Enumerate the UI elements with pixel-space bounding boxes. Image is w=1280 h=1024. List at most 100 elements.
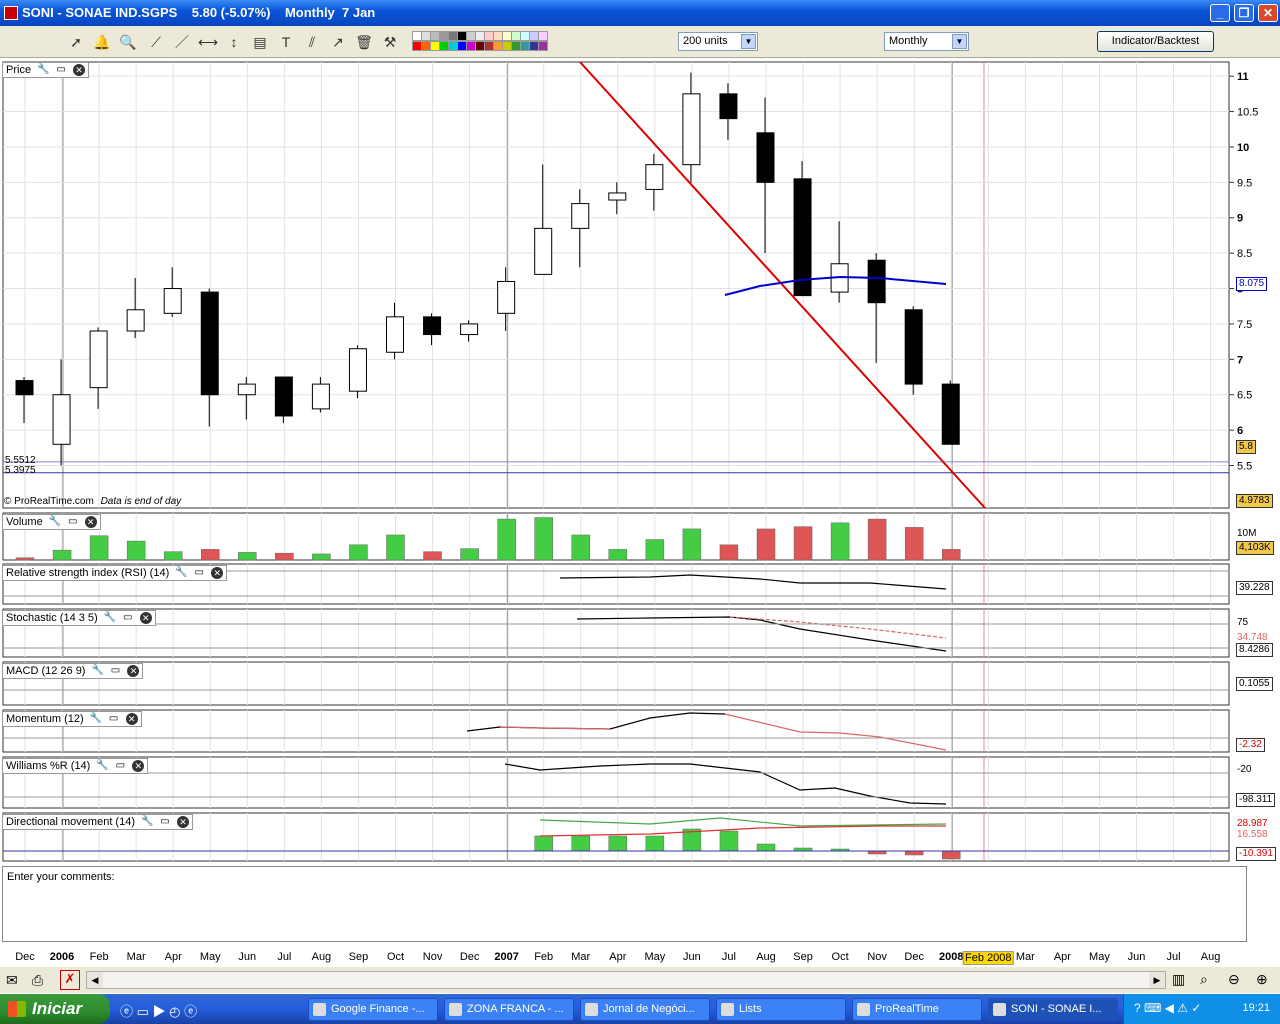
task-soni[interactable]: SONI - SONAE I...: [988, 998, 1118, 1021]
segment-icon[interactable]: ⟋: [146, 32, 166, 52]
vertical-line-icon[interactable]: ↕: [224, 32, 244, 52]
momentum-panel-header: Momentum (12) 🔧 ▭ ✕: [2, 711, 142, 727]
volume-bar: [571, 534, 590, 561]
alarm-bell-icon[interactable]: 🔔: [92, 32, 112, 52]
x-tick-label: May: [644, 951, 666, 963]
trash-icon[interactable]: 🗑: [354, 32, 374, 52]
comments-field[interactable]: Enter your comments:: [2, 866, 1247, 942]
zoom-in-icon[interactable]: ⊕: [1256, 971, 1268, 988]
window-icon[interactable]: ▭: [122, 612, 134, 624]
momentum-value-box: -2.32: [1236, 738, 1265, 752]
printer-icon[interactable]: ⎙: [32, 972, 43, 989]
wrench-icon[interactable]: 🔧: [37, 64, 49, 76]
wrench-icon[interactable]: 🔧: [49, 516, 61, 528]
fibonacci-icon[interactable]: ▤: [250, 32, 270, 52]
close-icon[interactable]: ✕: [177, 816, 189, 828]
volume-bar: [460, 548, 479, 561]
task-google-finance[interactable]: Google Finance -...: [308, 998, 438, 1021]
task-lists[interactable]: Lists: [716, 998, 846, 1021]
y-tick-label: 8.5: [1237, 248, 1252, 260]
task-jornal[interactable]: Jornal de Negóci...: [580, 998, 710, 1021]
x-tick-label: Oct: [386, 951, 405, 963]
volume-bar: [52, 549, 72, 561]
horizontal-line-icon[interactable]: ⟷: [198, 32, 218, 52]
window-icon[interactable]: ▭: [108, 713, 120, 725]
candle-type-icon[interactable]: ▥: [1172, 971, 1185, 988]
close-icon[interactable]: ✕: [125, 713, 138, 725]
zoom-fit-icon[interactable]: ⌕: [1200, 971, 1208, 988]
x-tick-label: Feb: [534, 951, 554, 963]
task-label: Google Finance -...: [331, 1003, 425, 1015]
close-icon[interactable]: ✕: [84, 516, 97, 528]
color-palette[interactable]: [408, 30, 549, 52]
scroll-right-icon[interactable]: ▶: [1149, 972, 1165, 988]
windows-logo-icon: [8, 1001, 26, 1017]
x-tick-label: Feb 2008: [963, 951, 1014, 965]
line-icon[interactable]: ／: [172, 32, 192, 52]
rsi-panel-title: Relative strength index (RSI) (14): [6, 567, 170, 579]
window-icon[interactable]: ▭: [193, 567, 205, 579]
zoom-out-icon[interactable]: ⊖: [1228, 971, 1240, 988]
window-icon[interactable]: ▭: [159, 816, 171, 828]
x-tick-label: Nov: [867, 951, 887, 963]
window-icon[interactable]: ▭: [109, 665, 121, 677]
pointer-icon[interactable]: ➚: [66, 32, 86, 52]
task-zona-franca[interactable]: ZONA FRANCA - ...: [444, 998, 574, 1021]
tray-icons[interactable]: ? ⌨ ◀ ⚠ ✓: [1134, 1001, 1201, 1015]
close-icon[interactable]: ✕: [132, 760, 145, 772]
indicator-backtest-button[interactable]: Indicator/Backtest: [1097, 31, 1214, 52]
window-icon[interactable]: ▭: [114, 760, 126, 772]
x-tick-label: Jul: [721, 951, 736, 963]
wrench-icon[interactable]: 🔧: [91, 665, 103, 677]
units-select[interactable]: 200 units ▼: [678, 32, 758, 51]
text-icon[interactable]: T: [276, 32, 296, 52]
close-icon[interactable]: ✕: [127, 665, 140, 677]
delete-icon[interactable]: ✗: [60, 970, 80, 990]
close-icon[interactable]: ✕: [139, 612, 152, 624]
horizontal-scrollbar[interactable]: ◀ ▶: [86, 971, 1166, 989]
color-swatch[interactable]: [538, 41, 548, 51]
wrench-icon[interactable]: 🔧: [96, 760, 108, 772]
color-swatch[interactable]: [538, 31, 548, 41]
close-icon[interactable]: ✕: [211, 567, 224, 579]
chevron-down-icon[interactable]: ▼: [741, 34, 756, 49]
arrow-icon[interactable]: ↗: [328, 32, 348, 52]
zoom-icon[interactable]: 🔍: [118, 32, 138, 52]
stoch-value-box: 8.4286: [1236, 643, 1273, 657]
minimize-button[interactable]: _: [1210, 4, 1230, 22]
y-tick-label: 9: [1237, 213, 1243, 225]
volume-scale-label: 10M: [1237, 528, 1257, 539]
start-button[interactable]: Iniciar: [0, 994, 110, 1024]
close-icon[interactable]: ✕: [73, 64, 86, 76]
x-axis: Dec 2006 Feb Mar Apr May Jun Jul Aug Sep Oct Nov Dec…: [0, 945, 1280, 967]
scroll-left-icon[interactable]: ◀: [87, 972, 103, 988]
maximize-button[interactable]: ❐: [1234, 4, 1254, 22]
wrench-icon[interactable]: 🔧: [90, 713, 102, 725]
envelope-icon[interactable]: ✉: [6, 972, 18, 989]
channel-icon[interactable]: ⫽: [302, 32, 322, 52]
x-tick-label: Mar: [126, 951, 146, 963]
candle-body: [645, 164, 664, 190]
chevron-down-icon[interactable]: ▼: [952, 34, 967, 49]
tools-icon[interactable]: ⚒: [380, 32, 400, 52]
period-select[interactable]: Monthly ▼: [884, 32, 969, 51]
wrench-icon[interactable]: 🔧: [175, 567, 187, 579]
task-prorealtime[interactable]: ProRealTime: [852, 998, 982, 1021]
x-tick-label: Jun: [238, 951, 257, 963]
williams-level-label: -20: [1237, 764, 1252, 775]
candle-body: [867, 259, 886, 304]
x-tick-label: Nov: [422, 951, 443, 963]
wrench-icon[interactable]: 🔧: [104, 612, 116, 624]
close-button[interactable]: ✕: [1258, 4, 1278, 22]
task-label: ProRealTime: [875, 1003, 939, 1015]
window-icon[interactable]: ▭: [55, 64, 67, 76]
wrench-icon[interactable]: 🔧: [141, 816, 153, 828]
panel-frame: [2, 709, 1230, 753]
x-tick-label: 2007: [494, 951, 519, 963]
quicklaunch-icons[interactable]: ⓔ ▭ ▶ ◴ ⓔ: [120, 1001, 197, 1020]
williams-panel-title: Williams %R (14): [6, 760, 91, 772]
candle-body: [497, 280, 516, 314]
stochastic-panel-header: Stochastic (14 3 5) 🔧 ▭ ✕: [2, 610, 156, 626]
window-icon[interactable]: ▭: [67, 516, 79, 528]
dm-bar: [534, 835, 553, 852]
